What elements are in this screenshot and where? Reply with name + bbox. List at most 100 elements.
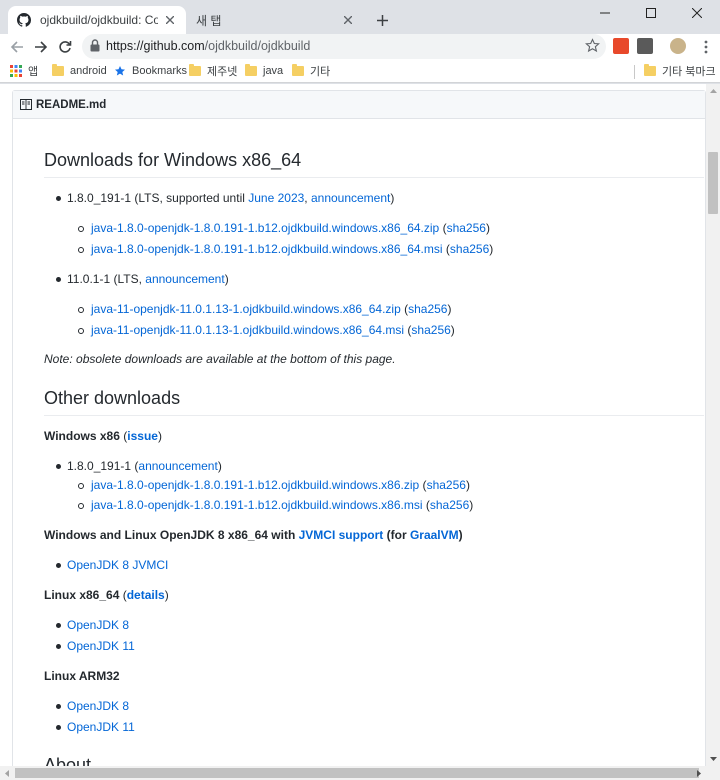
jdk8-announcement-link[interactable]: announcement bbox=[311, 191, 390, 205]
jdk8-comma: , bbox=[304, 191, 311, 205]
tab-title: 새 탭 bbox=[196, 13, 222, 28]
details-link[interactable]: details bbox=[127, 588, 165, 602]
close-window-button[interactable] bbox=[674, 0, 720, 26]
extension-fx-icon[interactable] bbox=[613, 38, 629, 54]
bookmark-apps[interactable]: 앱 bbox=[10, 63, 38, 79]
scroll-down-arrow-icon[interactable] bbox=[706, 752, 720, 766]
sha256-link[interactable]: sha256 bbox=[447, 221, 486, 235]
vertical-scrollbar[interactable] bbox=[706, 84, 720, 766]
horizontal-scroll-thumb[interactable] bbox=[15, 768, 699, 778]
new-tab-button[interactable] bbox=[372, 10, 392, 30]
reload-button[interactable] bbox=[53, 35, 77, 59]
jdk8-x64-zip-link[interactable]: java-1.8.0-openjdk-1.8.0.191-1.b12.ojdkb… bbox=[91, 221, 439, 235]
bookmark-label: 제주넷 bbox=[207, 66, 238, 78]
vertical-scroll-thumb[interactable] bbox=[708, 152, 718, 214]
sha256-link[interactable]: sha256 bbox=[411, 323, 450, 337]
minimize-button[interactable] bbox=[582, 0, 628, 26]
sha256-link[interactable]: sha256 bbox=[450, 242, 489, 256]
readme-filename: README.md bbox=[36, 98, 107, 111]
bullet bbox=[56, 196, 61, 201]
bookmark-java[interactable]: java bbox=[245, 63, 283, 79]
address-bar[interactable]: https://github.com/ojdkbuild/ojdkbuild bbox=[82, 34, 606, 59]
jdk8-x86-msi-link[interactable]: java-1.8.0-openjdk-1.8.0.191-1.b12.ojdkb… bbox=[91, 498, 423, 512]
sha256-link[interactable]: sha256 bbox=[430, 498, 469, 512]
linux-x64-label-line: Linux x86_64 (details) bbox=[44, 588, 169, 602]
jvmci-label-line: Windows and Linux OpenJDK 8 x86_64 with … bbox=[44, 528, 463, 542]
extension-dark-icon[interactable] bbox=[637, 38, 653, 54]
list-item: java-1.8.0-openjdk-1.8.0.191-1.b12.ojdkb… bbox=[91, 242, 494, 256]
bullet bbox=[56, 277, 61, 282]
arm32-openjdk8-link[interactable]: OpenJDK 8 bbox=[67, 699, 129, 713]
obsolete-note: Note: obsolete downloads are available a… bbox=[44, 352, 396, 366]
scroll-up-arrow-icon[interactable] bbox=[706, 84, 720, 98]
horizontal-scrollbar[interactable] bbox=[0, 766, 720, 780]
sub-bullet bbox=[78, 328, 84, 334]
jdk11-x64-msi-link[interactable]: java-11-openjdk-11.0.1.13-1.ojdkbuild.wi… bbox=[91, 323, 404, 337]
menu-kebab-icon[interactable] bbox=[694, 35, 718, 59]
maximize-button[interactable] bbox=[628, 0, 674, 26]
book-icon bbox=[20, 99, 32, 110]
sha256-link[interactable]: sha256 bbox=[408, 302, 447, 316]
graalvm-link[interactable]: GraalVM bbox=[410, 528, 459, 542]
bookmark-etc[interactable]: 기타 bbox=[292, 63, 330, 79]
readme-box: README.md Downloads for Windows x86_64 1… bbox=[12, 90, 706, 780]
folder-icon bbox=[644, 64, 656, 76]
tab-new[interactable]: 새 탭 bbox=[186, 6, 364, 34]
url-host: https://github.com bbox=[106, 39, 205, 53]
bullet bbox=[56, 563, 61, 568]
jvmci-support-link[interactable]: JVMCI support bbox=[299, 528, 384, 542]
jvmci-label: Windows and Linux OpenJDK 8 x86_64 with bbox=[44, 528, 299, 542]
sub-bullet bbox=[78, 307, 84, 313]
scroll-left-arrow-icon[interactable] bbox=[0, 766, 14, 780]
linux-x64-openjdk8-link[interactable]: OpenJDK 8 bbox=[67, 618, 129, 632]
sub-bullet bbox=[78, 503, 84, 509]
bookmark-bookmarks[interactable]: Bookmarks bbox=[114, 63, 187, 79]
jdk11-announcement-link[interactable]: announcement bbox=[145, 272, 224, 286]
arm32-openjdk11-link[interactable]: OpenJDK 11 bbox=[67, 720, 135, 734]
jdk8-line: 1.8.0_191-1 (LTS, supported until June 2… bbox=[67, 191, 394, 205]
profile-avatar[interactable] bbox=[670, 38, 686, 54]
list-item: java-1.8.0-openjdk-1.8.0.191-1.b12.ojdkb… bbox=[91, 478, 470, 492]
jdk8-x64-msi-link[interactable]: java-1.8.0-openjdk-1.8.0.191-1.b12.ojdkb… bbox=[91, 242, 443, 256]
june-2023-link[interactable]: June 2023 bbox=[248, 191, 304, 205]
star-icon bbox=[114, 65, 126, 77]
bookmark-android[interactable]: android bbox=[52, 63, 107, 79]
close-tab-icon[interactable] bbox=[162, 12, 178, 28]
back-button[interactable] bbox=[5, 35, 29, 59]
jdk11-line: 11.0.1-1 (LTS, announcement) bbox=[67, 272, 229, 286]
heading-other-downloads: Other downloads bbox=[44, 388, 181, 408]
list-item: OpenJDK 11 bbox=[67, 639, 135, 653]
url-text[interactable]: https://github.com/ojdkbuild/ojdkbuild bbox=[106, 39, 310, 53]
x86-announcement-link[interactable]: announcement bbox=[138, 459, 217, 473]
x86-version-line: 1.8.0_191-1 (announcement) bbox=[67, 459, 222, 473]
openjdk8-jvmci-link[interactable]: OpenJDK 8 JVMCI bbox=[67, 558, 168, 572]
x86-version: 1.8.0_191-1 bbox=[67, 459, 132, 473]
jdk11-x64-zip-link[interactable]: java-11-openjdk-11.0.1.13-1.ojdkbuild.wi… bbox=[91, 302, 401, 316]
jvmci-mid: (for bbox=[383, 528, 410, 542]
jdk8-x86-zip-link[interactable]: java-1.8.0-openjdk-1.8.0.191-1.b12.ojdkb… bbox=[91, 478, 419, 492]
bookmark-label: 앱 bbox=[28, 66, 39, 78]
browser-toolbar: https://github.com/ojdkbuild/ojdkbuild bbox=[0, 34, 720, 59]
jdk8-pre: (LTS, supported until bbox=[131, 191, 249, 205]
bookmark-other[interactable]: 기타 북마크 bbox=[644, 63, 716, 79]
github-icon bbox=[16, 12, 32, 28]
scroll-right-arrow-icon[interactable] bbox=[692, 766, 706, 780]
bookmark-jejunet[interactable]: 제주넷 bbox=[189, 63, 237, 79]
folder-icon bbox=[189, 64, 201, 76]
bookmarks-separator bbox=[634, 65, 635, 79]
close-tab-icon[interactable] bbox=[340, 12, 356, 28]
sha256-link[interactable]: sha256 bbox=[427, 478, 466, 492]
bookmark-star-icon[interactable] bbox=[585, 38, 600, 58]
forward-button[interactable] bbox=[29, 35, 53, 59]
bookmarks-bar: 앱 android Bookmarks 제주넷 java 기타 기타 북마크 bbox=[0, 59, 720, 83]
lock-icon[interactable] bbox=[90, 39, 100, 57]
readme-header: README.md bbox=[13, 91, 705, 119]
linux-x64-openjdk11-link[interactable]: OpenJDK 11 bbox=[67, 639, 135, 653]
jdk11-version: 11.0.1-1 bbox=[67, 272, 111, 286]
page-viewport: README.md Downloads for Windows x86_64 1… bbox=[0, 84, 720, 780]
tab-github[interactable]: ojdkbuild/ojdkbuild: Community bbox=[8, 6, 186, 34]
list-item: OpenJDK 8 bbox=[67, 618, 129, 632]
issue-link[interactable]: issue bbox=[127, 429, 158, 443]
tab-title: ojdkbuild/ojdkbuild: Community bbox=[40, 13, 158, 27]
jdk8-post: ) bbox=[390, 191, 395, 205]
